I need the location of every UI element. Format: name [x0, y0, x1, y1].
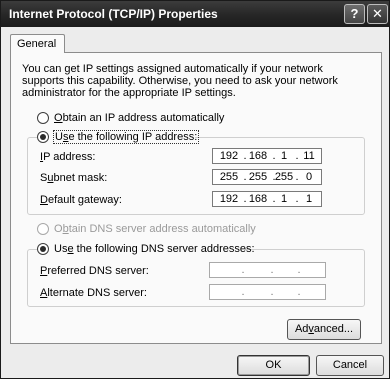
label-pre: Ad [294, 323, 309, 335]
title-bar[interactable]: Internet Protocol (TCP/IP) Properties ? … [1, 1, 389, 27]
window-title: Internet Protocol (TCP/IP) Properties [9, 7, 218, 21]
default-gateway-input[interactable]: 192 . 168 . 1 . 1 [212, 191, 322, 207]
use-following-dns-radio[interactable] [37, 243, 49, 255]
octet-1[interactable]: 255 [218, 171, 240, 183]
tab-general-label: General [17, 38, 57, 50]
obtain-dns-auto-label: Obtain DNS server address automatically [54, 223, 256, 235]
label-rest: e the following IP address: [68, 131, 198, 143]
default-gateway-label: Default gateway: [40, 194, 122, 206]
help-button[interactable]: ? [344, 4, 365, 24]
octet-4[interactable]: 1 [298, 193, 320, 205]
label-prefix: U [55, 131, 63, 143]
alternate-dns-input[interactable]: . . . [209, 284, 326, 300]
close-button[interactable]: ✕ [367, 4, 388, 24]
advanced-button[interactable]: Advanced... [287, 319, 361, 340]
subnet-mask-label: Subnet mask: [40, 172, 107, 184]
use-following-ip-label: Use the following IP address: [52, 130, 200, 144]
use-following-ip-option[interactable]: Use the following IP address: [37, 130, 200, 145]
octet-2[interactable]: 255 [247, 171, 269, 183]
label-rest: tain DNS server address automatically [68, 223, 256, 235]
use-following-ip-radio[interactable] [37, 131, 49, 143]
tcpip-properties-dialog: Internet Protocol (TCP/IP) Properties ? … [0, 0, 390, 379]
label-pre: O [54, 223, 63, 235]
cancel-button[interactable]: Cancel [316, 355, 384, 376]
obtain-dns-auto-radio[interactable] [37, 223, 49, 235]
tab-general[interactable]: General [10, 34, 65, 53]
label-rest: P address: [43, 151, 96, 163]
dot: . [241, 264, 245, 276]
dot: . [297, 286, 301, 298]
use-following-dns-option[interactable]: Use the following DNS server addresses: [37, 243, 255, 257]
octet-2[interactable]: 168 [247, 150, 269, 162]
mnemonic: D [40, 194, 48, 206]
label-pre: Us [54, 243, 68, 255]
dot: . [297, 264, 301, 276]
label-rest: bnet mask: [53, 172, 108, 184]
preferred-dns-label: Preferred DNS server: [40, 265, 149, 277]
intro-text: You can get IP settings assigned automat… [22, 63, 338, 99]
use-following-dns-label: Use the following DNS server addresses: [54, 243, 255, 255]
ok-button[interactable]: OK [237, 355, 310, 376]
label-rest: lternate DNS server: [47, 287, 147, 299]
octet-1[interactable]: 192 [218, 150, 240, 162]
octet-3[interactable]: 1 [273, 193, 295, 205]
subnet-mask-input[interactable]: 255 . 255 . 255 . 0 [212, 169, 322, 185]
obtain-ip-auto-radio[interactable] [37, 112, 49, 124]
label-rest: the following DNS server addresses: [73, 243, 255, 255]
octet-4[interactable]: 0 [298, 171, 320, 183]
preferred-dns-input[interactable]: . . . [209, 262, 326, 278]
label-rest: referred DNS server: [47, 265, 149, 277]
octet-3[interactable]: 1 [273, 150, 295, 162]
alternate-dns-label: Alternate DNS server: [40, 287, 147, 299]
octet-1[interactable]: 192 [218, 193, 240, 205]
dot: . [270, 264, 274, 276]
octet-3[interactable]: 255 [273, 171, 295, 183]
dot: . [270, 286, 274, 298]
label-rest: efault gateway: [47, 194, 122, 206]
label-rest: anced... [313, 323, 354, 335]
ip-address-input[interactable]: 192 . 168 . 1 . 11 [212, 148, 322, 164]
label-rest: btain an IP address automatically [62, 112, 225, 124]
octet-4[interactable]: 11 [298, 150, 320, 162]
mnemonic-o: O [54, 112, 63, 124]
ip-address-label: IP address: [40, 151, 95, 163]
dot: . [241, 286, 245, 298]
obtain-ip-auto-label: Obtain an IP address automatically [54, 112, 224, 124]
octet-2[interactable]: 168 [247, 193, 269, 205]
